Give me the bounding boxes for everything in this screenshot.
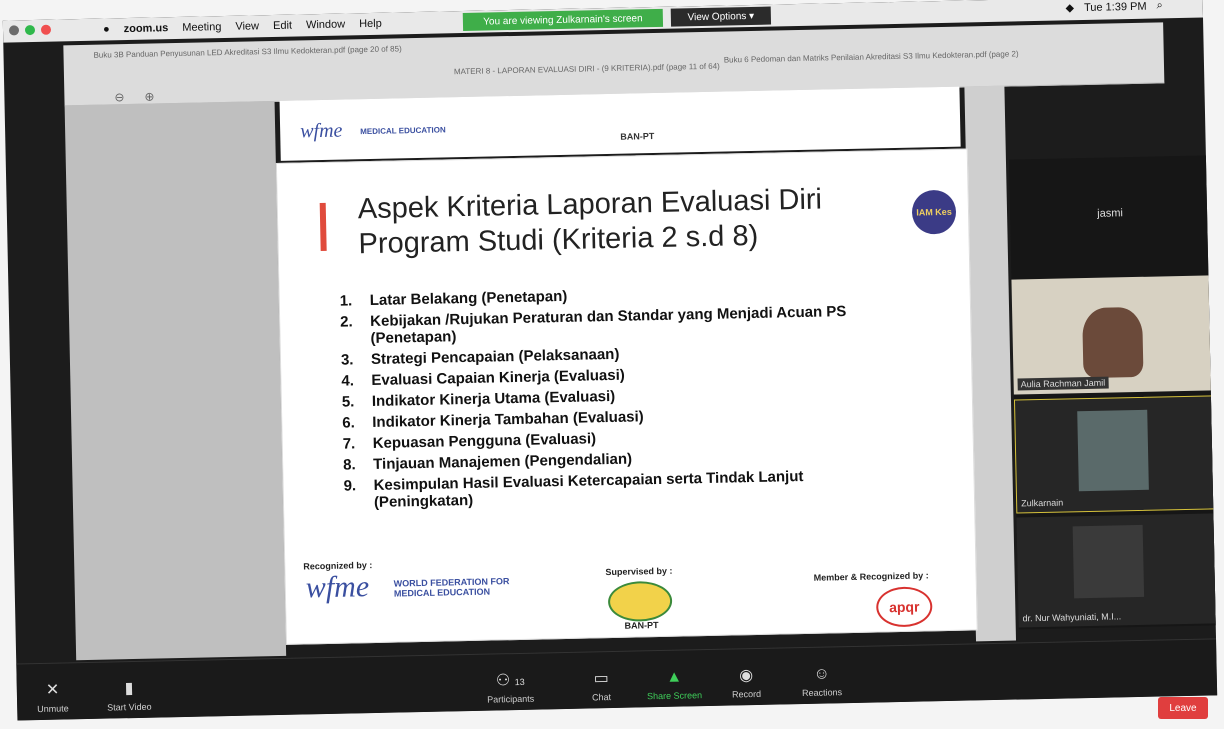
participants-icon: ⚇ 13 <box>495 672 525 690</box>
participant-avatar <box>1077 409 1149 492</box>
window-controls <box>8 24 52 36</box>
chat-icon: ▭ <box>593 670 609 688</box>
video-tile[interactable]: Zulkarnain <box>1013 395 1218 514</box>
previous-slide-fragment: wfme MEDICAL EDUCATION BAN-PT <box>279 86 961 161</box>
menu-window[interactable]: Window <box>306 18 345 31</box>
video-off-icon: ▮ <box>124 680 134 698</box>
clock: Tue 1:39 PM <box>1083 0 1147 14</box>
close-dot[interactable] <box>8 25 20 36</box>
wfme-logo-top: wfme <box>299 119 343 143</box>
iam-kes-logo: IAM Kes <box>911 189 957 235</box>
wfme-subtitle: WORLD FEDERATION FOR MEDICAL EDUCATION <box>393 576 510 599</box>
view-options-button[interactable]: View Options ▾ <box>670 6 772 27</box>
wfme-logo: wfme <box>305 570 370 605</box>
menu-edit[interactable]: Edit <box>273 20 292 32</box>
slide-title: Aspek Kriteria Laporan Evaluasi Diri Pro… <box>357 183 823 261</box>
zoom-out-icon[interactable]: ⊖ <box>114 90 124 104</box>
wifi-icon: ◆ <box>1065 2 1075 15</box>
participant-name: Zulkarnain <box>1021 497 1064 509</box>
chat-button[interactable]: ▭ Chat <box>591 668 611 702</box>
zoom-in-icon[interactable]: ⊕ <box>144 89 154 103</box>
record-button[interactable]: ◉ Record <box>731 665 761 699</box>
menu-help[interactable]: Help <box>359 18 382 30</box>
share-screen-icon: ▲ <box>666 668 683 686</box>
status-area: ◆ Tue 1:39 PM ⌕ <box>1065 0 1162 14</box>
apqr-logo: apqr <box>875 586 933 628</box>
record-dot-icon <box>40 24 52 35</box>
presentation-slide: Aspek Kriteria Laporan Evaluasi Diri Pro… <box>275 148 978 645</box>
record-icon: ◉ <box>739 667 754 685</box>
active-speaker-name: jasmi <box>1097 207 1124 220</box>
tab-title-3[interactable]: Buku 6 Pedoman dan Matriks Penilaian Akr… <box>724 47 1154 64</box>
unmute-button[interactable]: ✕ Unmute <box>37 679 69 714</box>
participant-avatar <box>1082 306 1144 379</box>
share-screen-button[interactable]: ▲ Share Screen <box>647 668 702 702</box>
participant-avatar <box>1072 524 1145 599</box>
participant-name: dr. Nur Wahyuniati, M.I... <box>1022 611 1122 624</box>
search-icon[interactable]: ⌕ <box>1156 0 1162 12</box>
viewer-background-left <box>64 100 287 661</box>
banpt-label: BAN-PT <box>624 620 659 631</box>
member-label: Member & Recognized by : <box>813 570 929 583</box>
viewing-banner: You are viewing Zulkarnain's screen <box>462 8 664 32</box>
wfme-sub-top: MEDICAL EDUCATION <box>360 125 446 137</box>
banpt-mark-top: BAN-PT <box>620 131 655 142</box>
supervised-by-label: Supervised by : <box>605 565 673 578</box>
reactions-button[interactable]: ☺ Reactions <box>801 665 842 698</box>
list-item: 9. Kesimpulan Hasil Evaluasi Ketercapaian… <box>343 467 804 511</box>
participants-video-panel: jasmi Aulia Rachman Jamil Zulkarnain dr.… <box>1008 154 1218 630</box>
apple-icon[interactable]: ● <box>103 23 110 35</box>
title-accent-bar <box>319 202 327 252</box>
reactions-icon: ☺ <box>813 665 831 683</box>
menu-meeting[interactable]: Meeting <box>182 21 221 34</box>
banpt-logo <box>607 580 673 623</box>
video-tile[interactable]: dr. Nur Wahyuniati, M.I... <box>1016 513 1218 628</box>
zoom-window: ● zoom.us Meeting View Edit Window Help … <box>2 0 1218 721</box>
start-video-button[interactable]: ▮ Start Video <box>107 678 152 713</box>
tab-title-2[interactable]: MATERI 8 - LAPORAN EVALUASI DIRI - (9 KR… <box>454 62 720 77</box>
microphone-muted-icon: ✕ <box>45 681 60 699</box>
menu-view[interactable]: View <box>235 20 259 32</box>
shield-icon <box>24 24 36 36</box>
video-tile[interactable]: Aulia Rachman Jamil <box>1011 275 1214 395</box>
menu-app[interactable]: zoom.us <box>124 22 169 35</box>
tab-title-1[interactable]: Buku 3B Panduan Penyusunan LED Akreditas… <box>93 44 401 59</box>
leave-button[interactable]: Leave <box>1158 697 1208 719</box>
participant-name: Aulia Rachman Jamil <box>1017 376 1109 391</box>
participants-button[interactable]: ⚇ 13 Participants <box>487 670 534 704</box>
criteria-list: 1. Latar Belakang (Penetapan) 2. Kebijakan… <box>340 281 905 516</box>
